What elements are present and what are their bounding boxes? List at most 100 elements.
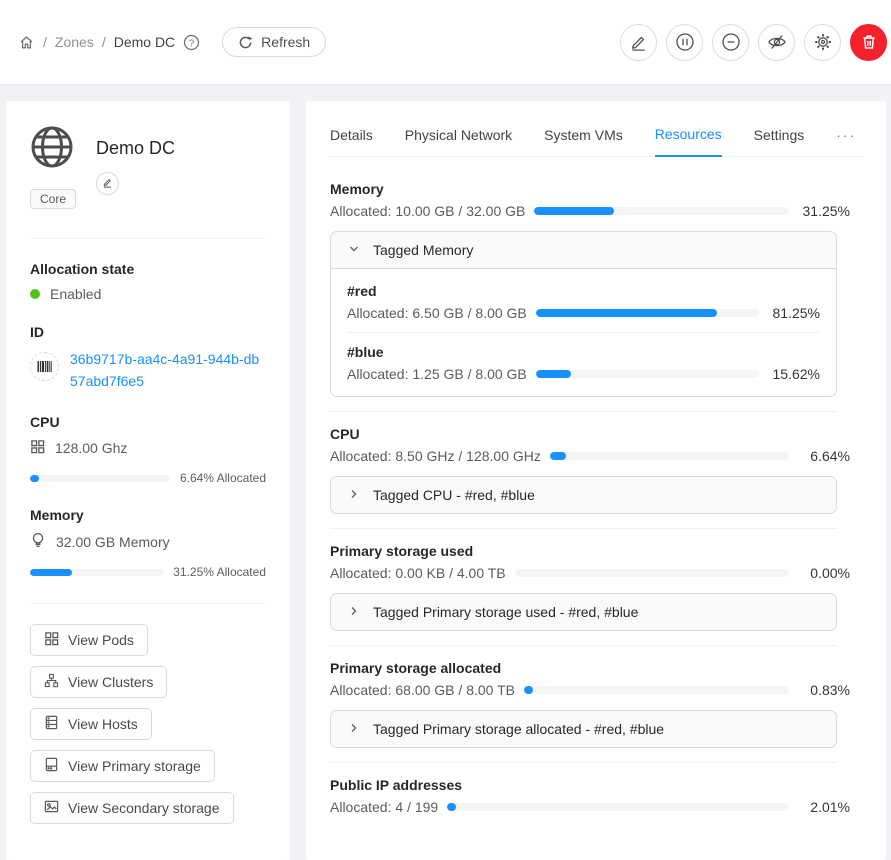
progress-bar <box>534 207 789 215</box>
tagged-primary-storage-allocated-header[interactable]: Tagged Primary storage allocated - #red,… <box>331 711 836 747</box>
zone-detail-card: Details Physical Network System VMs Reso… <box>306 101 886 860</box>
tagged-cpu-collapse-header[interactable]: Tagged CPU - #red, #blue <box>331 477 836 513</box>
progress-bar <box>515 569 789 577</box>
chevron-right-icon <box>348 487 360 503</box>
tab-bar: Details Physical Network System VMs Reso… <box>330 101 862 157</box>
tabs-more-button[interactable]: ··· <box>836 118 862 156</box>
progress-percent: 6.64% <box>798 448 850 464</box>
tagged-memory-collapse: Tagged Memory #red Allocated: 6.50 GB / … <box>330 231 837 397</box>
progress-bar <box>536 309 759 317</box>
tagged-primary-storage-allocated-collapse: Tagged Primary storage allocated - #red,… <box>330 710 837 748</box>
cpu-allocated-text: 6.64% Allocated <box>180 471 266 485</box>
view-secondary-storage-button[interactable]: View Secondary storage <box>30 792 234 824</box>
memory-allocated-text: 31.25% Allocated <box>173 565 266 579</box>
breadcrumb-zones-link[interactable]: Zones <box>55 34 94 50</box>
progress-bar <box>536 370 759 378</box>
zone-actions <box>620 24 887 61</box>
tab-system-vms[interactable]: System VMs <box>544 118 623 156</box>
globe-icon <box>30 125 74 172</box>
chevron-down-icon <box>348 242 360 258</box>
divider <box>330 645 837 646</box>
allocated-text: Allocated: 68.00 GB / 8.00 TB <box>330 682 515 698</box>
memory-capacity: 32.00 GB Memory <box>56 534 170 550</box>
zone-type-tag: Core <box>30 189 76 209</box>
divider <box>330 762 837 763</box>
zone-info-card: Demo DC Core Allocation state Enabled ID… <box>6 101 290 860</box>
allocation-state-value: Enabled <box>50 286 101 302</box>
remove-zone-button[interactable] <box>712 24 749 61</box>
tagged-primary-storage-used-header[interactable]: Tagged Primary storage used - #red, #blu… <box>331 594 836 630</box>
view-pods-label: View Pods <box>68 632 134 648</box>
delete-icon <box>860 33 878 51</box>
zone-id-link[interactable]: 36b9717b-aa4c-4a91-944b-db57abd7f6e5 <box>70 349 266 392</box>
settings-zone-button[interactable] <box>804 24 841 61</box>
tab-details[interactable]: Details <box>330 118 373 156</box>
collapse-label: Tagged Primary storage allocated - #red,… <box>373 721 664 737</box>
progress-percent: 15.62% <box>768 366 820 382</box>
allocated-text: Allocated: 6.50 GB / 8.00 GB <box>347 305 527 321</box>
divider <box>330 528 837 529</box>
view-hosts-button[interactable]: View Hosts <box>30 708 152 740</box>
pause-circle-icon <box>675 32 695 52</box>
hosts-icon <box>44 715 59 733</box>
view-hosts-label: View Hosts <box>68 716 138 732</box>
minus-circle-icon <box>721 32 741 52</box>
progress-percent: 31.25% <box>798 203 850 219</box>
collapse-label: Tagged Memory <box>373 242 473 258</box>
progress-bar <box>447 803 789 811</box>
refresh-icon <box>238 35 253 50</box>
memory-progress-bar <box>30 569 163 576</box>
chevron-right-icon <box>348 721 360 737</box>
breadcrumb-separator: / <box>102 34 106 50</box>
cpu-capacity: 128.00 Ghz <box>55 440 127 456</box>
edit-tags-button[interactable] <box>96 172 119 195</box>
divider <box>30 238 266 239</box>
resource-title: Primary storage allocated <box>330 660 862 676</box>
top-header: / Zones / Demo DC ? Refresh <box>0 0 891 85</box>
refresh-label: Refresh <box>261 34 310 50</box>
divider <box>347 332 820 333</box>
tagged-memory-collapse-header[interactable]: Tagged Memory <box>331 232 836 268</box>
tab-physical-network[interactable]: Physical Network <box>405 118 512 156</box>
divider <box>30 603 266 604</box>
svg-text:?: ? <box>189 38 194 49</box>
edit-zone-button[interactable] <box>620 24 657 61</box>
tab-settings[interactable]: Settings <box>754 118 805 156</box>
collapse-label: Tagged Primary storage used - #red, #blu… <box>373 604 638 620</box>
delete-zone-button[interactable] <box>850 24 887 61</box>
progress-bar <box>524 686 789 694</box>
resource-section-primary-storage-allocated: Primary storage allocated Allocated: 68.… <box>330 660 862 748</box>
disable-zone-button[interactable] <box>666 24 703 61</box>
pencil-icon <box>102 176 113 191</box>
resource-title: Public IP addresses <box>330 777 862 793</box>
allocated-text: Allocated: 1.25 GB / 8.00 GB <box>347 366 527 382</box>
refresh-button[interactable]: Refresh <box>222 27 326 57</box>
progress-percent: 0.83% <box>798 682 850 698</box>
tab-resources[interactable]: Resources <box>655 117 722 157</box>
bulb-icon <box>30 532 46 551</box>
resource-title: Memory <box>330 181 862 197</box>
view-pods-button[interactable]: View Pods <box>30 624 148 656</box>
settings-icon <box>813 32 833 52</box>
allocation-state-label: Allocation state <box>30 261 266 277</box>
cpu-label: CPU <box>30 414 266 430</box>
tagged-cpu-collapse: Tagged CPU - #red, #blue <box>330 476 837 514</box>
view-clusters-button[interactable]: View Clusters <box>30 666 167 698</box>
resource-title: Primary storage used <box>330 543 862 559</box>
chevron-right-icon <box>348 604 360 620</box>
resource-title: CPU <box>330 426 862 442</box>
zone-name: Demo DC <box>96 138 175 159</box>
home-icon[interactable] <box>18 34 35 51</box>
view-primary-storage-button[interactable]: View Primary storage <box>30 750 215 782</box>
edit-icon <box>629 33 648 52</box>
resource-section-public-ip: Public IP addresses Allocated: 4 / 199 2… <box>330 777 862 815</box>
pods-icon <box>44 631 59 649</box>
primary-storage-icon <box>44 757 59 775</box>
resource-section-memory: Memory Allocated: 10.00 GB / 32.00 GB 31… <box>330 181 862 397</box>
allocated-text: Allocated: 4 / 199 <box>330 799 438 815</box>
hide-zone-button[interactable] <box>758 24 795 61</box>
help-icon[interactable]: ? <box>183 34 200 51</box>
tagged-memory-content: #red Allocated: 6.50 GB / 8.00 GB 81.25%… <box>331 268 836 396</box>
page-body: Demo DC Core Allocation state Enabled ID… <box>0 85 891 860</box>
progress-percent: 0.00% <box>798 565 850 581</box>
